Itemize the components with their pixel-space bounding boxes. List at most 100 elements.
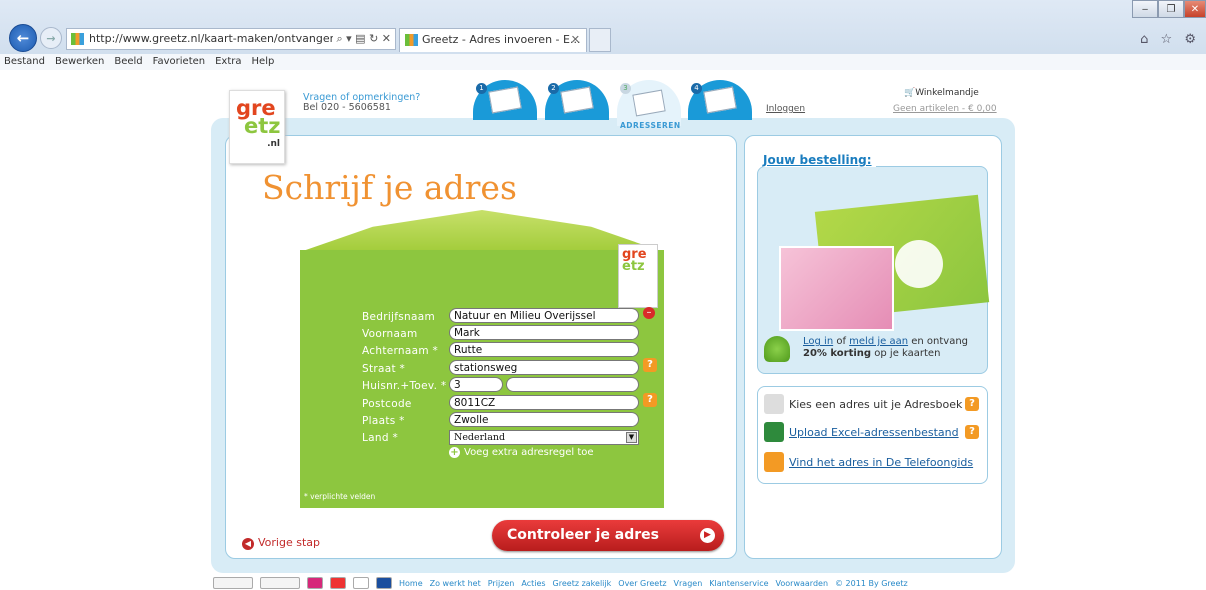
excel-help-icon[interactable]: ?	[965, 425, 979, 439]
address-tools[interactable]: ⌕ ▾ ▤ ↻ ✕	[332, 29, 391, 49]
footer: Home Zo werkt het Prijzen Acties Greetz …	[213, 577, 908, 589]
greetz-logo[interactable]: gre etz .nl	[229, 90, 285, 164]
menu-favorieten[interactable]: Favorieten	[153, 54, 205, 70]
footer-service[interactable]: Klantenservice	[709, 579, 768, 588]
huisnr-field[interactable]	[449, 377, 503, 392]
straat-field[interactable]	[449, 360, 639, 375]
add-line-label: Voeg extra adresregel toe	[464, 447, 594, 458]
menu-bewerken[interactable]: Bewerken	[55, 54, 104, 70]
toolbar-icons[interactable]: ⌂ ☆ ⚙	[1140, 32, 1200, 47]
ideal-logo	[307, 577, 323, 589]
greetz-favicon-icon	[71, 33, 84, 45]
label-plaats: Plaats *	[362, 415, 405, 427]
footer-terms[interactable]: Voorwaarden	[776, 579, 829, 588]
postcode-field[interactable]	[449, 395, 639, 410]
footer-how[interactable]: Zo werkt het	[430, 579, 481, 588]
footer-copyright: © 2011 By Greetz	[835, 578, 908, 588]
arrow-right-icon: ▶	[700, 528, 715, 543]
window-controls: ‒ ❐ ✕	[1132, 0, 1206, 18]
toevoeging-field[interactable]	[506, 377, 639, 392]
excel-icon	[764, 422, 784, 442]
addressbook-icon	[764, 394, 784, 414]
card-text-icon	[560, 86, 594, 114]
login-link[interactable]: Inloggen	[766, 104, 805, 114]
login-promo-link[interactable]: Log in	[803, 336, 833, 347]
menu-bar: Bestand Bewerken Beeld Favorieten Extra …	[0, 54, 1206, 70]
addressbook-tool: Kies een adres uit je Adresboek	[764, 394, 962, 414]
step-number: 4	[691, 83, 702, 94]
achternaam-field[interactable]	[449, 342, 639, 357]
back-arrow-icon: ◀	[242, 538, 254, 550]
forward-button[interactable]: →	[40, 27, 62, 49]
back-button[interactable]: ←	[9, 24, 37, 52]
add-address-line[interactable]: + Voeg extra adresregel toe	[449, 447, 594, 458]
postcode-help-icon[interactable]: ?	[643, 393, 657, 407]
remove-line-icon[interactable]: –	[643, 307, 655, 319]
footer-home[interactable]: Home	[399, 579, 423, 588]
address-bar[interactable]: http://www.greetz.nl/kaart-maken/ontvang…	[66, 28, 396, 50]
step-3[interactable]: 3	[617, 80, 681, 126]
tab-greetz[interactable]: Greetz - Adres invoeren - E... ✕	[399, 28, 587, 52]
user-icon	[764, 336, 790, 362]
stamp-logo-2: etz	[622, 259, 645, 274]
paypal-logo	[353, 577, 369, 589]
visa-logo	[376, 577, 392, 589]
land-select[interactable]: Nederland ▼	[449, 430, 639, 445]
promo-text: en ontvang	[908, 336, 969, 347]
menu-bestand[interactable]: Bestand	[4, 54, 45, 70]
previous-step-link[interactable]: ◀ Vorige stap	[242, 536, 320, 550]
excel-upload-link[interactable]: Upload Excel-adressenbestand	[789, 426, 959, 439]
step-1[interactable]: 1	[473, 80, 537, 120]
envelope-icon	[632, 89, 666, 117]
stamp-image: gre etz	[618, 244, 658, 308]
label-postcode: Postcode	[362, 398, 412, 410]
step-2[interactable]: 2	[545, 80, 609, 120]
footer-about[interactable]: Over Greetz	[618, 579, 666, 588]
tab-close-icon[interactable]: ✕	[571, 29, 580, 51]
footer-business[interactable]: Greetz zakelijk	[553, 579, 612, 588]
add-icon: +	[449, 447, 460, 458]
card-badge	[895, 240, 943, 288]
cart-summary[interactable]: Geen artikelen - € 0,00	[893, 104, 997, 114]
minimize-button[interactable]: ‒	[1132, 0, 1158, 18]
land-value: Nederland	[454, 432, 506, 443]
footer-actions[interactable]: Acties	[521, 579, 545, 588]
label-voornaam: Voornaam	[362, 328, 418, 340]
phonebook-tool: Vind het adres in De Telefoongids	[764, 452, 973, 472]
menu-help[interactable]: Help	[252, 54, 275, 70]
maximize-button[interactable]: ❐	[1158, 0, 1184, 18]
contact-phone: Bel 020 - 5606581	[303, 102, 391, 113]
address-url: http://www.greetz.nl/kaart-maken/ontvang…	[89, 32, 369, 45]
plaats-field[interactable]	[449, 412, 639, 427]
voornaam-field[interactable]	[449, 325, 639, 340]
footer-questions[interactable]: Vragen	[674, 579, 703, 588]
greetz-favicon-icon	[405, 34, 418, 46]
promo-of: of	[833, 336, 850, 347]
step-number: 3	[620, 83, 631, 94]
menu-extra[interactable]: Extra	[215, 54, 241, 70]
label-land: Land *	[362, 432, 398, 444]
close-window-button[interactable]: ✕	[1184, 0, 1206, 18]
page-title: Schrijf je adres	[262, 168, 517, 207]
new-tab-button[interactable]	[589, 28, 611, 52]
straat-help-icon[interactable]: ?	[643, 358, 657, 372]
chevron-down-icon: ▼	[626, 432, 637, 443]
menu-beeld[interactable]: Beeld	[114, 54, 142, 70]
bedrijfsnaam-field[interactable]	[449, 308, 639, 323]
step-4[interactable]: 4	[688, 80, 752, 120]
discount-promo: Log in of meld je aan en ontvang 20% kor…	[803, 336, 983, 360]
phonebook-link[interactable]: Vind het adres in De Telefoongids	[789, 456, 973, 469]
tab-title: Greetz - Adres invoeren - E...	[422, 33, 581, 46]
addressbook-help-icon[interactable]: ?	[965, 397, 979, 411]
promo-discount: 20% korting	[803, 348, 872, 359]
previous-step-label: Vorige stap	[258, 536, 320, 549]
label-huisnr: Huisnr.+Toev. *	[362, 380, 447, 392]
logo-line-2: etz	[244, 114, 281, 138]
cart-link[interactable]: 🛒Winkelmandje	[904, 88, 979, 98]
required-note: * verplichte velden	[304, 492, 376, 501]
footer-prices[interactable]: Prijzen	[488, 579, 515, 588]
register-link[interactable]: meld je aan	[849, 336, 908, 347]
fsc-logo	[213, 577, 253, 589]
card-photo	[779, 246, 894, 331]
check-address-button[interactable]: Controleer je adres ▶	[492, 520, 724, 551]
